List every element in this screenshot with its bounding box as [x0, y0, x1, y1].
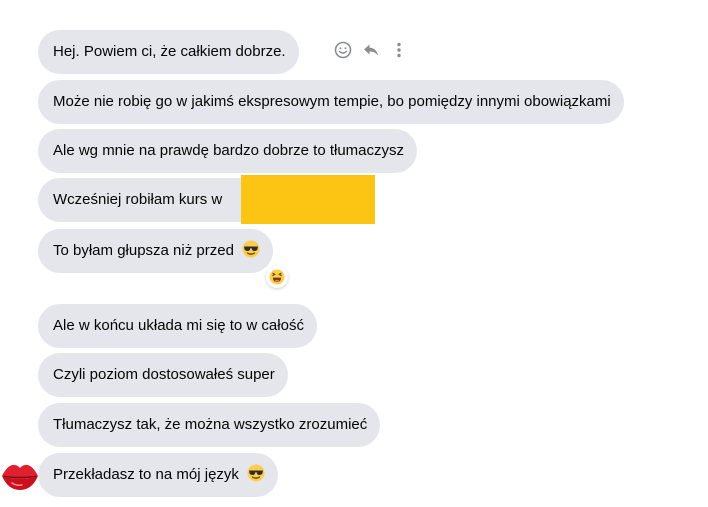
message-text: Ale w końcu układa mi się to w całość	[53, 317, 304, 334]
message-text: Ale wg mnie na prawdę bardzo dobrze to t…	[53, 142, 405, 159]
message-actions	[334, 38, 408, 62]
more-vertical-icon[interactable]	[390, 41, 408, 59]
message-bubble[interactable]: Czyli poziom dostosowałeś super	[38, 353, 288, 397]
sunglasses-emoji-icon	[247, 456, 265, 482]
message-text: To byłam głupsza niż przed	[53, 242, 234, 259]
message-text: Tłumaczysz tak, że można wszystko zrozum…	[53, 416, 368, 433]
message-bubble[interactable]: Przekładasz to na mój język	[38, 453, 279, 497]
message-text: Przekładasz to na mój język	[53, 466, 239, 483]
message-text: Wcześniej robiłam kurs w	[53, 191, 223, 208]
message-bubble[interactable]: Hej. Powiem ci, że całkiem dobrze.	[38, 30, 299, 74]
message-bubble[interactable]: Może nie robię go w jakimś ekspresowym t…	[38, 80, 624, 124]
message-text: Hej. Powiem ci, że całkiem dobrze.	[53, 43, 286, 60]
message-text: Może nie robię go w jakimś ekspresowym t…	[53, 93, 611, 110]
reply-arrow-icon[interactable]	[362, 41, 380, 59]
message-bubble[interactable]: Ale w końcu układa mi się to w całość	[38, 304, 317, 348]
redaction-box	[241, 175, 375, 224]
message-text: Czyli poziom dostosowałeś super	[53, 366, 275, 383]
message-reaction[interactable]	[266, 266, 288, 288]
laughing-emoji-icon	[269, 269, 285, 285]
message-bubble[interactable]: Tłumaczysz tak, że można wszystko zrozum…	[38, 403, 381, 447]
message-bubble[interactable]: To byłam głupsza niż przed	[38, 229, 274, 273]
sunglasses-emoji-icon	[242, 232, 260, 258]
chat-thread: Hej. Powiem ci, że całkiem dobrze. Może …	[0, 0, 708, 507]
smiley-react-icon[interactable]	[334, 41, 352, 59]
lips-avatar-icon[interactable]	[0, 460, 40, 492]
message-bubble[interactable]: Ale wg mnie na prawdę bardzo dobrze to t…	[38, 129, 418, 173]
